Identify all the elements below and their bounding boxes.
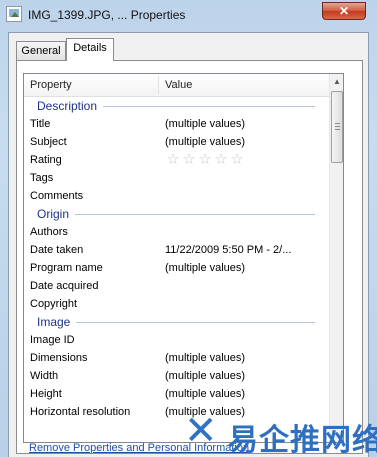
property-name: Rating: [30, 154, 62, 166]
scroll-up-arrow-icon[interactable]: ▲: [330, 74, 343, 89]
property-row-date-acquired[interactable]: Date acquired: [24, 277, 329, 295]
image-file-icon: [6, 6, 22, 22]
group-label: Image: [37, 313, 77, 331]
property-list: Property Value Description Title (multip…: [23, 73, 344, 443]
window-title: IMG_1399.JPG, ... Properties: [28, 8, 186, 22]
star-icon[interactable]: ☆: [197, 152, 213, 168]
column-header-value[interactable]: Value: [165, 74, 192, 96]
group-description: Description: [24, 97, 329, 115]
group-divider-line: [37, 322, 315, 323]
property-row-program-name[interactable]: Program name (multiple values): [24, 259, 329, 277]
property-row-comments[interactable]: Comments: [24, 187, 329, 205]
property-value[interactable]: (multiple values): [165, 115, 245, 133]
watermark-logo: ✕ 易企推网络: [184, 408, 377, 457]
property-name: Dimensions: [30, 352, 88, 364]
watermark-text: 易企推网络: [228, 423, 377, 457]
property-row-tags[interactable]: Tags: [24, 169, 329, 187]
property-value[interactable]: (multiple values): [165, 349, 245, 367]
column-header-property[interactable]: Property: [30, 74, 72, 96]
grip-line: [335, 129, 340, 130]
property-name: Horizontal resolution: [30, 406, 131, 418]
property-value[interactable]: (multiple values): [165, 367, 245, 385]
property-name: Height: [30, 388, 62, 400]
property-value[interactable]: (multiple values): [165, 133, 245, 151]
property-name: Comments: [30, 190, 84, 202]
property-row-width[interactable]: Width (multiple values): [24, 367, 329, 385]
property-row-dimensions[interactable]: Dimensions (multiple values): [24, 349, 329, 367]
star-icon[interactable]: ☆: [181, 152, 197, 168]
group-origin: Origin: [24, 205, 329, 223]
tab-details[interactable]: Details: [66, 38, 114, 61]
property-name: Title: [30, 118, 51, 130]
property-row-copyright[interactable]: Copyright: [24, 295, 329, 313]
group-image: Image: [24, 313, 329, 331]
watermark-mark-icon: ✕: [184, 408, 218, 454]
vertical-scrollbar[interactable]: ▲: [329, 74, 343, 442]
dialog-body: General Details Property Value Descripti…: [8, 32, 369, 457]
grip-line: [335, 126, 340, 127]
grip-line: [335, 123, 340, 124]
list-header: Property Value: [24, 74, 329, 97]
property-row-authors[interactable]: Authors: [24, 223, 329, 241]
scrollbar-thumb[interactable]: [331, 91, 343, 163]
property-name: Date taken: [30, 244, 84, 256]
property-name: Subject: [30, 136, 67, 148]
property-rows: Description Title (multiple values) Subj…: [24, 97, 329, 421]
title-bar[interactable]: IMG_1399.JPG, ... Properties ✕: [0, 0, 377, 32]
group-label: Origin: [37, 205, 76, 223]
tab-general[interactable]: General: [16, 41, 66, 60]
rating-stars[interactable]: ☆ ☆ ☆ ☆ ☆: [165, 152, 245, 169]
star-icon[interactable]: ☆: [165, 152, 181, 168]
property-name: Image ID: [30, 334, 75, 346]
property-row-title[interactable]: Title (multiple values): [24, 115, 329, 133]
property-value[interactable]: (multiple values): [165, 259, 245, 277]
column-divider[interactable]: [158, 76, 159, 94]
close-button[interactable]: ✕: [322, 2, 366, 20]
property-name: Tags: [30, 172, 54, 184]
property-name: Copyright: [30, 298, 78, 310]
property-row-subject[interactable]: Subject (multiple values): [24, 133, 329, 151]
property-value[interactable]: 11/22/2009 5:50 PM - 2/...: [165, 241, 291, 259]
group-divider-line: [37, 214, 315, 215]
property-name: Authors: [30, 226, 68, 238]
group-label: Description: [37, 97, 104, 115]
property-name: Date acquired: [30, 280, 99, 292]
property-row-rating[interactable]: Rating ☆ ☆ ☆ ☆ ☆: [24, 151, 329, 169]
property-name: Width: [30, 370, 59, 382]
star-icon[interactable]: ☆: [213, 152, 229, 168]
property-row-image-id[interactable]: Image ID: [24, 331, 329, 349]
properties-window: IMG_1399.JPG, ... Properties ✕ General D…: [0, 0, 377, 457]
star-icon[interactable]: ☆: [229, 152, 245, 168]
property-row-date-taken[interactable]: Date taken 11/22/2009 5:50 PM - 2/...: [24, 241, 329, 259]
property-value[interactable]: (multiple values): [165, 385, 245, 403]
property-name: Program name: [30, 262, 103, 274]
property-row-height[interactable]: Height (multiple values): [24, 385, 329, 403]
